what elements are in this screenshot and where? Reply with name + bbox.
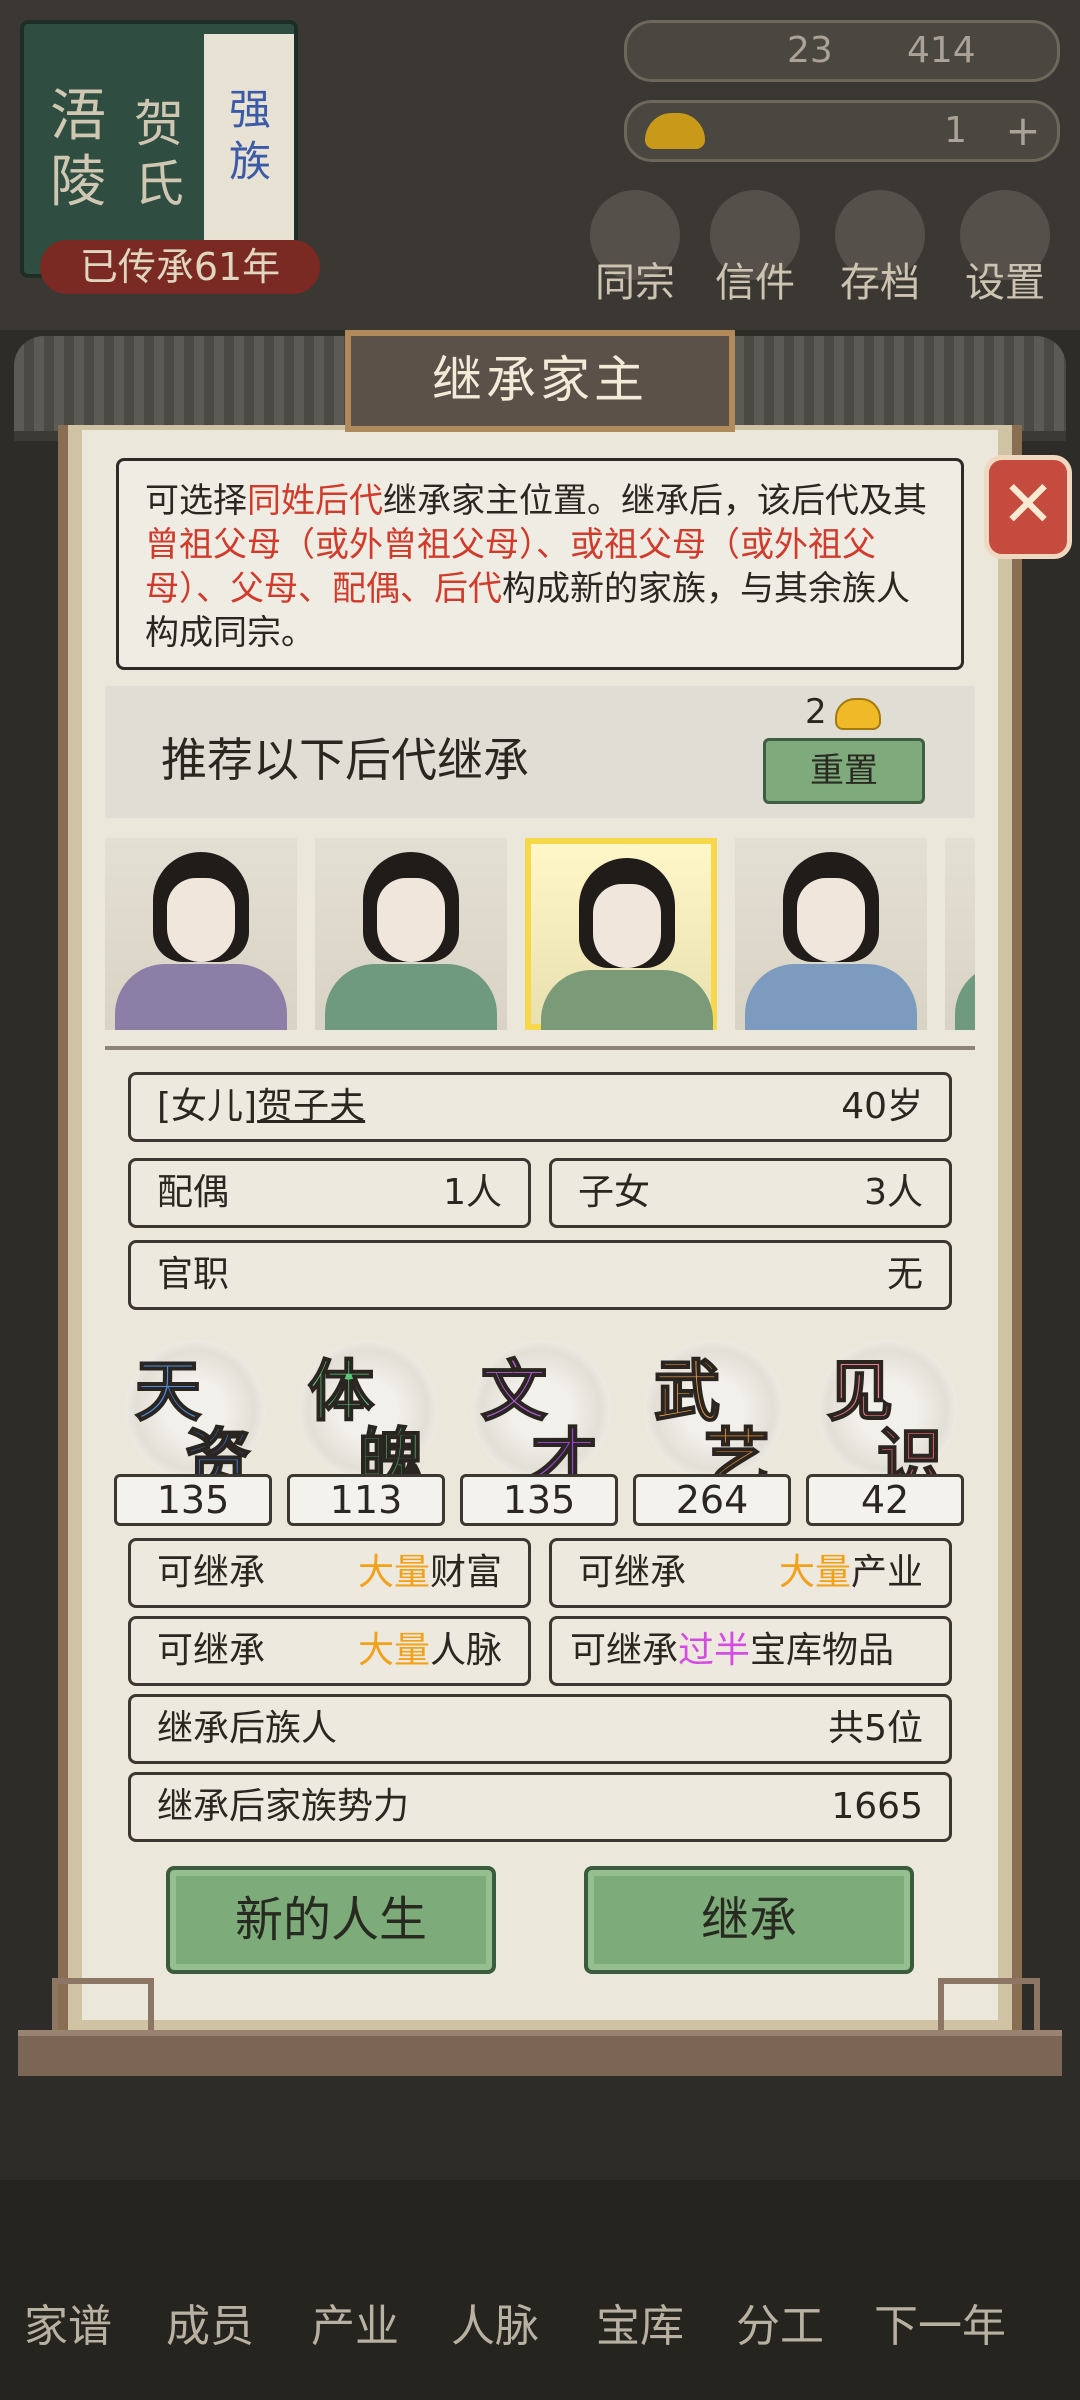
nav-industry[interactable]: 产业 xyxy=(295,2290,415,2354)
inherit-prefix: 可继承 xyxy=(157,1630,266,1671)
stat-physique-value: 113 xyxy=(287,1474,445,1526)
robe-shape xyxy=(745,964,917,1030)
inherit-suffix: 财富 xyxy=(429,1552,502,1593)
inherit-suffix: 宝库物品 xyxy=(750,1630,895,1671)
clan-rank: 强族 xyxy=(229,85,272,186)
gold-counter: 1 + xyxy=(624,100,1060,162)
recommend-text: 推荐以下后代继承 xyxy=(161,733,529,787)
inherit-highlight: 过半 xyxy=(678,1630,751,1671)
stat-knowledge-value: 42 xyxy=(806,1474,964,1526)
face-shape xyxy=(377,878,445,962)
inherit-network-row: 可继承 大量人脉 xyxy=(128,1616,531,1686)
spouse-value: 1人 xyxy=(443,1172,502,1213)
heir-portrait-4[interactable] xyxy=(735,838,927,1030)
nav-family-tree[interactable]: 家谱 xyxy=(8,2290,128,2354)
clan-surname: 贺氏 xyxy=(134,95,184,213)
years-passed-badge: 已传承61年 xyxy=(40,240,320,294)
inherit-prefix: 可继承 xyxy=(578,1552,687,1593)
nav-members[interactable]: 成员 xyxy=(150,2290,270,2354)
nav-treasury[interactable]: 宝库 xyxy=(580,2290,700,2354)
inherit-industry-row: 可继承 大量产业 xyxy=(549,1538,952,1608)
clan-title: 浯陵 xyxy=(50,84,106,215)
inherit-treasury-value: 可继承过半宝库物品 xyxy=(570,1619,894,1683)
add-gold-icon[interactable]: + xyxy=(1003,110,1043,152)
new-life-button[interactable]: 新的人生 xyxy=(166,1866,496,1974)
dialog-base xyxy=(18,2030,1062,2076)
nav-next-year[interactable]: 下一年 xyxy=(850,2290,1030,2354)
heir-age: 40岁 xyxy=(841,1086,923,1127)
description-box: 可选择同姓后代继承家主位置。继承后，该后代及其曾祖父母（或外曾祖父母）、或祖父母… xyxy=(116,458,964,670)
heir-name: [女儿]贺子夫 xyxy=(157,1075,365,1139)
robe-shape xyxy=(955,964,975,1030)
reset-cost: 2 xyxy=(805,692,827,732)
face-shape xyxy=(797,878,865,962)
after-power-value: 1665 xyxy=(831,1786,923,1827)
children-value: 3人 xyxy=(864,1172,923,1213)
robe-shape xyxy=(541,970,713,1030)
spouse-row: 配偶 1人 xyxy=(128,1158,531,1228)
close-button[interactable]: ✕ xyxy=(984,455,1072,559)
robe-shape xyxy=(325,964,497,1030)
after-members-value: 共5位 xyxy=(828,1708,923,1749)
after-members-row: 继承后族人 共5位 xyxy=(128,1694,952,1764)
stat-literacy-value: 135 xyxy=(460,1474,618,1526)
robe-shape xyxy=(115,964,287,1030)
gold-value: 1 xyxy=(944,110,967,151)
stat-martial-value: 264 xyxy=(633,1474,791,1526)
children-label: 子女 xyxy=(578,1172,651,1213)
after-power-row: 继承后家族势力 1665 xyxy=(128,1772,952,1842)
desc-text-1: 可选择 xyxy=(145,481,247,521)
inherit-prefix: 可继承 xyxy=(157,1552,266,1593)
office-row: 官职 无 xyxy=(128,1240,952,1310)
heir-portrait-3-selected[interactable] xyxy=(525,838,717,1030)
resource-b-value: 414 xyxy=(907,30,976,71)
nav-division[interactable]: 分工 xyxy=(720,2290,840,2354)
heir-portrait-1[interactable] xyxy=(105,838,297,1030)
nav-letters[interactable]: 信件 xyxy=(705,190,805,308)
after-power-label: 继承后家族势力 xyxy=(157,1786,410,1827)
office-label: 官职 xyxy=(157,1254,230,1295)
nav-tongzong[interactable]: 同宗 xyxy=(585,190,685,308)
inherit-prefix: 可继承 xyxy=(570,1630,679,1671)
inherit-highlight: 大量 xyxy=(778,1552,851,1593)
gold-ingot-icon xyxy=(835,698,881,730)
divider xyxy=(105,1046,975,1050)
inherit-industry-value: 大量产业 xyxy=(779,1541,923,1605)
heir-name-row: [女儿]贺子夫 40岁 xyxy=(128,1072,952,1142)
face-shape xyxy=(167,878,235,962)
children-row: 子女 3人 xyxy=(549,1158,952,1228)
reset-button[interactable]: 重置 xyxy=(763,738,925,804)
nav-network[interactable]: 人脉 xyxy=(435,2290,555,2354)
gold-ingot-icon xyxy=(645,113,705,149)
recommend-bar: 推荐以下后代继承 2 重置 xyxy=(105,686,975,818)
heir-portrait-5-partial[interactable] xyxy=(945,838,975,1030)
inherit-wealth-row: 可继承 大量财富 xyxy=(128,1538,531,1608)
inherit-highlight: 大量 xyxy=(357,1630,430,1671)
nav-save[interactable]: 存档 xyxy=(830,190,930,308)
desc-text-2: 继承家主位置。继承后，该后代及其 xyxy=(383,481,927,521)
stat-talent-value: 135 xyxy=(114,1474,272,1526)
heir-name-link[interactable]: 贺子夫 xyxy=(257,1086,365,1127)
inherit-suffix: 人脉 xyxy=(429,1630,502,1671)
spouse-label: 配偶 xyxy=(157,1172,230,1213)
after-members-label: 继承后族人 xyxy=(157,1708,338,1749)
close-icon: ✕ xyxy=(1001,468,1055,542)
face-shape xyxy=(593,884,661,968)
office-value: 无 xyxy=(886,1254,923,1295)
inherit-wealth-value: 大量财富 xyxy=(358,1541,502,1605)
inherit-suffix: 产业 xyxy=(850,1552,923,1593)
dialog-title: 继承家主 xyxy=(345,330,735,432)
desc-highlight-1: 同姓后代 xyxy=(247,481,383,521)
resource-counter: 23 414 xyxy=(624,20,1060,82)
inherit-highlight: 大量 xyxy=(357,1552,430,1593)
heir-relation: [女儿] xyxy=(157,1086,258,1127)
inherit-network-value: 大量人脉 xyxy=(358,1619,502,1683)
resource-a-value: 23 xyxy=(787,30,833,71)
inherit-treasury-row: 可继承过半宝库物品 xyxy=(549,1616,952,1686)
nav-settings[interactable]: 设置 xyxy=(955,190,1055,308)
heir-portrait-2[interactable] xyxy=(315,838,507,1030)
heir-portraits xyxy=(105,832,975,1030)
inherit-button[interactable]: 继承 xyxy=(584,1866,914,1974)
